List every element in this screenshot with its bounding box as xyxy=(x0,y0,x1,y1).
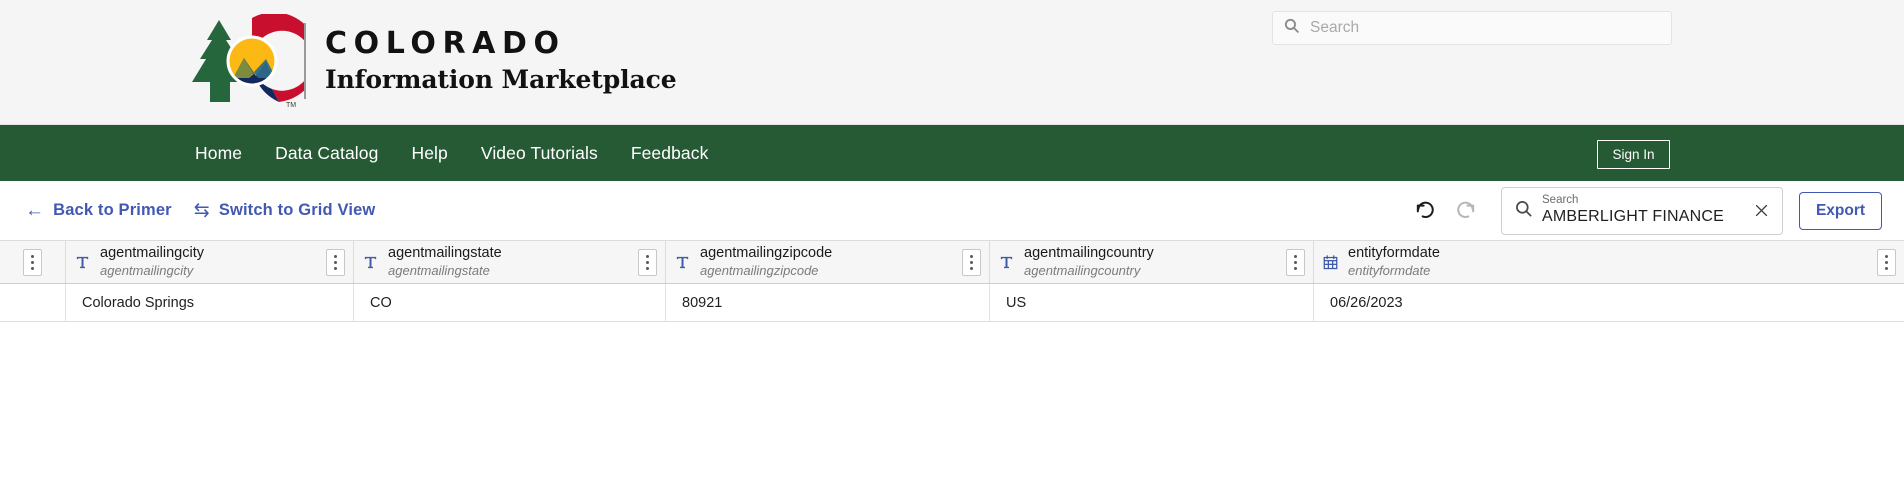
site-header: TM COLORADO Information Marketplace Sear… xyxy=(0,0,1904,125)
column-header-agentmailingcountry[interactable]: agentmailingcountry agentmailingcountry xyxy=(990,241,1314,283)
grid-header-row: agentmailingcity agentmailingcity agentm… xyxy=(0,240,1904,284)
column-field: agentmailingcountry xyxy=(1024,262,1141,278)
undo-icon xyxy=(1414,198,1437,224)
kebab-menu-icon[interactable] xyxy=(962,248,981,276)
colorado-c-mountain-tree-logo: TM xyxy=(186,13,304,108)
grid-search-field[interactable]: Search AMBERLIGHT FINANCE xyxy=(1501,186,1783,235)
grid-empty-area xyxy=(0,322,1904,472)
data-grid: agentmailingcity agentmailingcity agentm… xyxy=(0,240,1904,472)
clear-search-button[interactable] xyxy=(1748,198,1774,224)
kebab-menu-icon[interactable] xyxy=(326,248,345,276)
kebab-menu-icon[interactable] xyxy=(638,248,657,276)
column-header-agentmailingcity[interactable]: agentmailingcity agentmailingcity xyxy=(66,241,354,283)
main-navigation: Home Data Catalog Help Video Tutorials F… xyxy=(0,125,1904,181)
export-button[interactable]: Export xyxy=(1799,191,1882,230)
text-type-icon xyxy=(362,254,379,271)
kebab-menu-icon[interactable] xyxy=(1877,248,1896,276)
column-header-agentmailingstate[interactable]: agentmailingstate agentmailingstate xyxy=(354,241,666,283)
calendar-type-icon xyxy=(1322,254,1339,271)
text-type-icon xyxy=(674,254,691,271)
brand-divider xyxy=(304,22,306,99)
nav-item-video-tutorials[interactable]: Video Tutorials xyxy=(481,143,598,164)
column-name: agentmailingstate xyxy=(388,245,502,262)
arrow-left-icon: ← xyxy=(25,200,45,221)
column-field: agentmailingcity xyxy=(100,262,194,278)
nav-item-help[interactable]: Help xyxy=(411,143,447,164)
global-search-placeholder: Search xyxy=(1310,19,1360,36)
cell-agentmailingcity[interactable]: Colorado Springs xyxy=(66,284,354,321)
swap-horizontal-icon: ⇆ xyxy=(193,200,210,221)
undo-button[interactable] xyxy=(1405,191,1445,231)
kebab-menu-icon[interactable] xyxy=(23,248,42,276)
column-field: entityformdate xyxy=(1348,262,1431,278)
text-type-icon xyxy=(998,254,1015,271)
brand-title: COLORADO xyxy=(325,25,566,61)
table-row[interactable]: Colorado Springs CO 80921 US 06/26/2023 xyxy=(0,284,1904,322)
row-selector-cell[interactable] xyxy=(0,284,66,321)
nav-item-home[interactable]: Home xyxy=(195,143,242,164)
back-to-primer-button[interactable]: ← Back to Primer xyxy=(25,201,172,220)
back-to-primer-label: Back to Primer xyxy=(53,201,172,219)
brand-subtitle: Information Marketplace xyxy=(325,65,677,95)
column-name: agentmailingcity xyxy=(100,245,204,262)
column-field: agentmailingzipcode xyxy=(700,262,819,278)
column-name: entityformdate xyxy=(1348,245,1440,262)
cell-entityformdate[interactable]: 06/26/2023 xyxy=(1314,284,1904,321)
redo-icon xyxy=(1454,198,1477,224)
search-icon xyxy=(1283,17,1300,39)
cell-agentmailingstate[interactable]: CO xyxy=(354,284,666,321)
nav-item-data-catalog[interactable]: Data Catalog xyxy=(275,143,378,164)
column-field: agentmailingstate xyxy=(388,262,490,278)
column-header-agentmailingzipcode[interactable]: agentmailingzipcode agentmailingzipcode xyxy=(666,241,990,283)
redo-button[interactable] xyxy=(1445,191,1485,231)
row-actions-header xyxy=(0,241,66,283)
grid-search-label: Search xyxy=(1542,193,1579,206)
column-name: agentmailingcountry xyxy=(1024,245,1154,262)
nav-links: Home Data Catalog Help Video Tutorials F… xyxy=(195,125,708,181)
switch-to-grid-view-button[interactable]: ⇆ Switch to Grid View xyxy=(194,201,376,220)
close-icon xyxy=(1755,204,1767,217)
grid-search-value: AMBERLIGHT FINANCE xyxy=(1542,208,1724,226)
cell-agentmailingzipcode[interactable]: 80921 xyxy=(666,284,990,321)
kebab-menu-icon[interactable] xyxy=(1286,248,1305,276)
search-icon xyxy=(1514,199,1533,223)
text-type-icon xyxy=(74,254,91,271)
grid-toolbar: ← Back to Primer ⇆ Switch to Grid View S… xyxy=(0,181,1904,240)
brand-lockup[interactable]: TM COLORADO Information Marketplace xyxy=(186,8,677,113)
trademark-mark: TM xyxy=(286,102,296,108)
nav-item-feedback[interactable]: Feedback xyxy=(631,143,709,164)
column-header-entityformdate[interactable]: entityformdate entityformdate xyxy=(1314,241,1904,283)
sign-in-button[interactable]: Sign In xyxy=(1597,140,1670,169)
global-search-box[interactable]: Search xyxy=(1272,11,1672,45)
column-name: agentmailingzipcode xyxy=(700,245,833,262)
switch-to-grid-view-label: Switch to Grid View xyxy=(218,201,376,219)
cell-agentmailingcountry[interactable]: US xyxy=(990,284,1314,321)
